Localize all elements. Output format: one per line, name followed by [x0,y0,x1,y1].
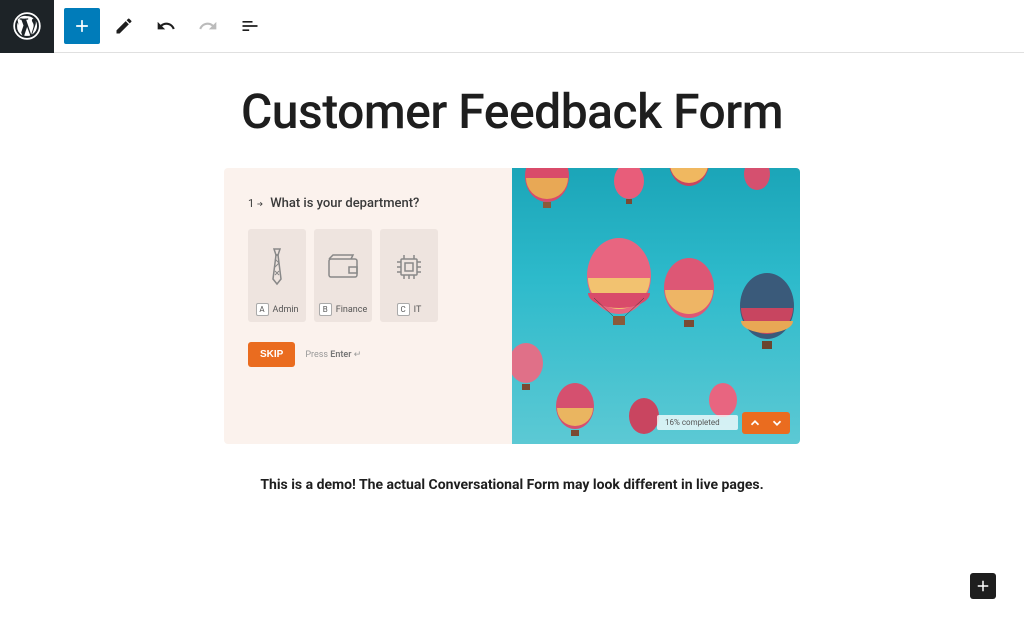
form-nav-buttons[interactable] [742,412,790,434]
undo-icon[interactable] [148,8,184,44]
options-row: AAdmin BFinance CIT [248,229,492,322]
toolbar-actions [54,8,268,44]
question-header: 1 What is your department? [248,196,492,211]
skip-row: SKIP Press Enter ↵ [248,342,492,367]
option-admin[interactable]: AAdmin [248,229,306,322]
progress-indicator: 16% completed [657,415,738,430]
add-block-button[interactable] [64,8,100,44]
edit-icon[interactable] [106,8,142,44]
form-question-panel: 1 What is your department? AAdmin BFinan… [224,168,512,444]
option-finance[interactable]: BFinance [314,229,372,322]
chevron-up-icon[interactable] [748,416,762,430]
question-text: What is your department? [270,196,419,211]
chip-icon [393,243,425,291]
balloons-image [512,168,800,444]
conversational-form-block[interactable]: 1 What is your department? AAdmin BFinan… [224,168,800,444]
wallet-icon [327,243,359,291]
add-block-inline-button[interactable] [970,573,996,599]
tie-icon [265,243,289,291]
question-number: 1 [248,197,264,210]
editor-toolbar [0,0,1024,53]
page-title[interactable]: Customer Feedback Form [241,83,783,140]
option-it[interactable]: CIT [380,229,438,322]
wordpress-logo[interactable] [0,0,54,53]
document-outline-icon[interactable] [232,8,268,44]
demo-notice: This is a demo! The actual Conversationa… [224,474,800,496]
chevron-down-icon[interactable] [770,416,784,430]
skip-button[interactable]: SKIP [248,342,295,367]
editor-canvas: Customer Feedback Form 1 What is your de… [0,53,1024,526]
option-label: AAdmin [256,303,299,316]
redo-icon [190,8,226,44]
option-label: BFinance [319,303,367,316]
option-label: CIT [397,303,422,316]
enter-hint: Press Enter ↵ [305,350,361,360]
form-image-panel: 16% completed [512,168,800,444]
